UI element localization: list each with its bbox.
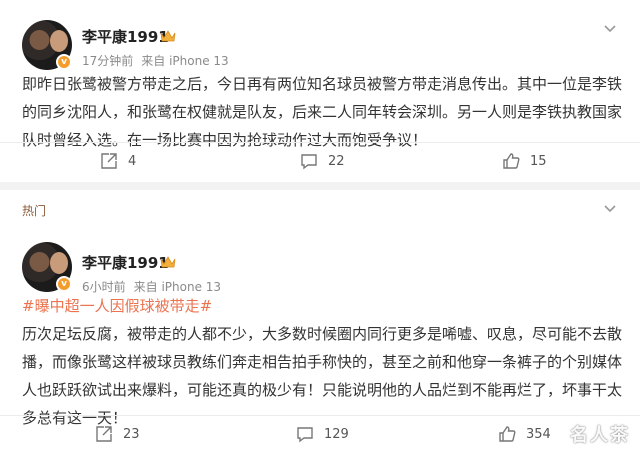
username[interactable]: 李平康1991 <box>82 26 169 47</box>
divider <box>0 415 640 416</box>
crown-icon <box>160 256 176 268</box>
share-button[interactable]: 4 <box>100 152 136 170</box>
share-icon <box>96 426 112 442</box>
comment-icon <box>301 154 317 170</box>
comment-button[interactable]: 22 <box>300 152 345 170</box>
like-count: 354 <box>526 426 551 442</box>
verified-badge-icon: v <box>56 54 72 70</box>
post-time: 17分钟前 <box>82 54 134 68</box>
like-count: 15 <box>530 153 547 169</box>
comment-button[interactable]: 129 <box>296 425 349 443</box>
post-source: 来自 iPhone 13 <box>141 54 229 68</box>
verified-badge-icon: v <box>56 276 72 292</box>
share-icon <box>101 153 117 169</box>
chevron-down-icon[interactable] <box>602 20 618 36</box>
hot-label: 热门 <box>22 204 47 218</box>
comment-count: 129 <box>324 426 349 442</box>
hashtag-link[interactable]: #曝中超一人因假球被带走# <box>22 292 622 320</box>
comment-count: 22 <box>328 153 345 169</box>
share-button[interactable]: 23 <box>95 425 140 443</box>
watermark: 名人茶 <box>570 425 630 446</box>
post-card-1: v 李平康1991 17分钟前 来自 iPhone 13 即昨日张鹭被警方带走之后… <box>0 0 640 182</box>
divider <box>0 142 640 143</box>
chevron-down-icon[interactable] <box>602 200 618 216</box>
share-count: 23 <box>123 426 140 442</box>
like-icon <box>503 153 520 169</box>
comment-icon <box>297 427 313 443</box>
like-icon <box>499 426 516 442</box>
like-button[interactable]: 15 <box>502 152 547 170</box>
share-count: 4 <box>128 153 137 169</box>
username[interactable]: 李平康1991 <box>82 252 169 273</box>
like-button[interactable]: 354 <box>498 425 551 443</box>
post-body: #曝中超一人因假球被带走# 历次足坛反腐，被带走的人都不少，大多数时候圈内同行更… <box>22 292 622 432</box>
crown-icon <box>160 30 176 42</box>
post-card-2: 热门 v 李平康1991 6小时前 来自 iPhone 13 #曝中超一人因假球被… <box>0 190 640 455</box>
post-meta: 17分钟前 来自 iPhone 13 <box>82 52 237 69</box>
